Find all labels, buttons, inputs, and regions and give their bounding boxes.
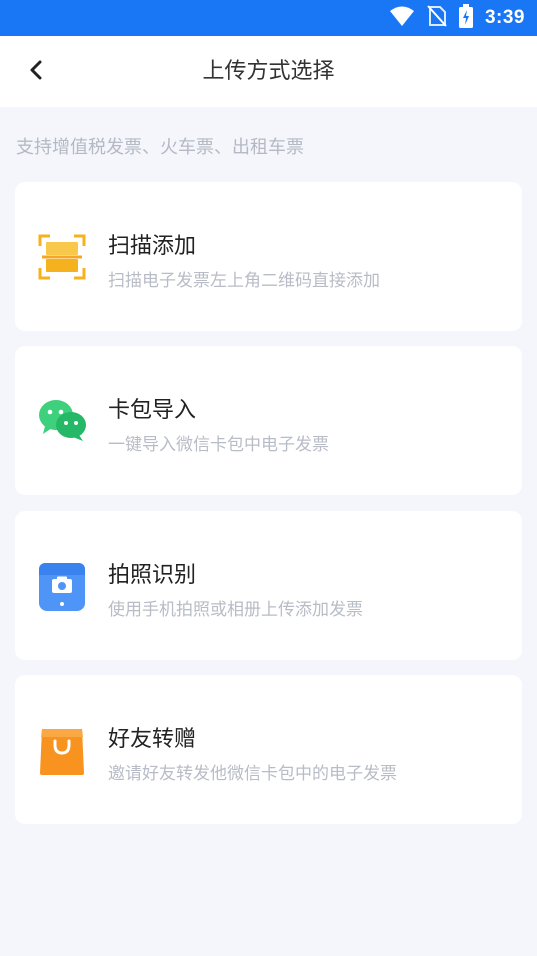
option-card-pack-import[interactable]: 卡包导入 一键导入微信卡包中电子发票: [15, 346, 522, 495]
battery-charging-icon: [458, 4, 473, 32]
option-label: 扫描添加: [108, 234, 197, 259]
scan-icon: [37, 232, 87, 282]
navigation-bar: 上传方式选择: [0, 36, 537, 107]
gift-bag-icon: [37, 725, 87, 775]
status-time: 3:39: [484, 7, 525, 28]
option-description: 使用手机拍照或相册上传添加发票: [108, 600, 363, 620]
option-scan-add[interactable]: 扫描添加 扫描电子发票左上角二维码直接添加: [15, 182, 522, 331]
wechat-icon: [37, 396, 87, 446]
page-title: 上传方式选择: [202, 59, 335, 84]
option-friend-transfer[interactable]: 好友转赠 邀请好友转发他微信卡包中的电子发票: [15, 675, 522, 824]
status-bar: 3:39: [0, 0, 537, 36]
wifi-icon: [389, 5, 415, 31]
option-label: 拍照识别: [108, 563, 197, 588]
option-label: 好友转赠: [108, 727, 197, 752]
no-sim-icon: [427, 5, 447, 31]
option-description: 邀请好友转发他微信卡包中的电子发票: [108, 764, 397, 784]
supported-types-hint: 支持增值税发票、火车票、出租车票: [16, 137, 304, 158]
option-description: 扫描电子发票左上角二维码直接添加: [108, 271, 380, 291]
option-label: 卡包导入: [108, 398, 197, 423]
option-photo-recognition[interactable]: 拍照识别 使用手机拍照或相册上传添加发票: [15, 511, 522, 660]
camera-icon: [37, 561, 87, 611]
option-description: 一键导入微信卡包中电子发票: [108, 435, 329, 455]
